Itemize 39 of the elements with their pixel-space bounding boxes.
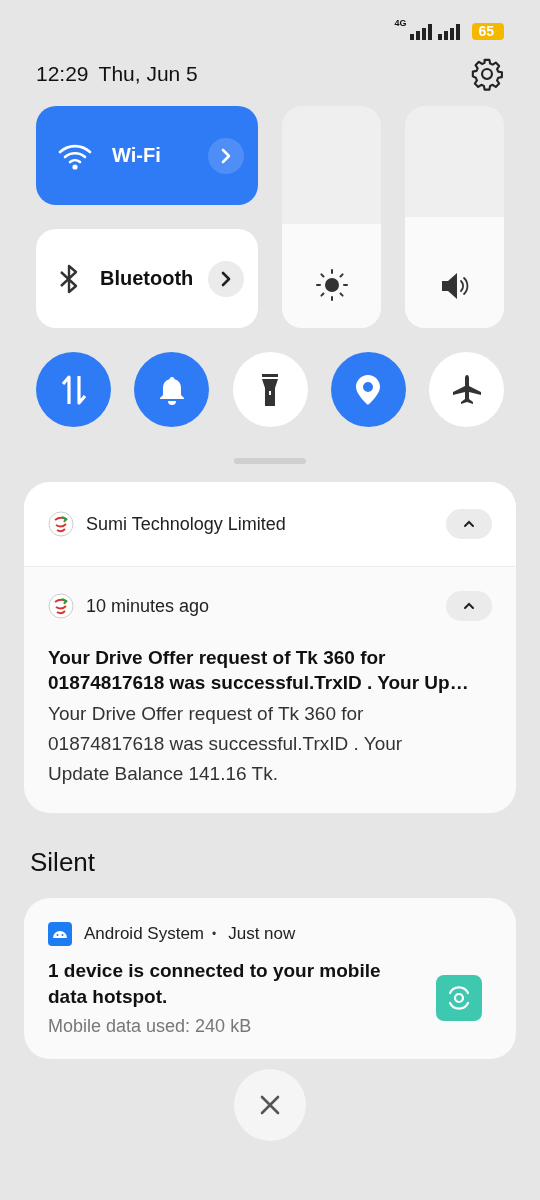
settings-icon[interactable]	[470, 57, 504, 91]
location-pin-icon	[355, 373, 382, 406]
data-arrows-icon	[59, 373, 88, 406]
collapse-chevron-icon[interactable]	[446, 509, 492, 539]
collapse-chevron-icon[interactable]	[446, 591, 492, 621]
hotspot-icon	[436, 974, 482, 1021]
network-type: 4G	[394, 18, 407, 28]
sun-icon	[314, 268, 349, 302]
app-logo-icon	[48, 593, 74, 619]
bluetooth-tile[interactable]: Bluetooth	[36, 229, 258, 328]
flashlight-icon	[261, 372, 279, 407]
bell-icon	[157, 374, 186, 405]
notification-title: Your Drive Offer request of Tk 360 for	[48, 646, 387, 670]
separator-dot: •	[212, 927, 217, 941]
app-name: Android System	[84, 924, 204, 944]
date-text: Thu, Jun 5	[98, 62, 198, 86]
notification-text: Mobile data used: 240 kB	[48, 1016, 253, 1037]
section-heading: Silent	[30, 847, 97, 878]
brightness-slider[interactable]	[282, 106, 381, 328]
notification-body: Your Drive Offer request of Tk 360 for 01874817618 was successful.TrxID . Your Update Balance 141.16 Tk.	[48, 702, 404, 786]
volume-slider[interactable]	[405, 106, 504, 328]
clock-time: 12:29	[36, 62, 89, 86]
airplane-icon	[450, 373, 483, 406]
tile-label: Bluetooth	[100, 267, 195, 290]
tile-label: Wi-Fi	[112, 144, 162, 167]
notification-time: Just now	[228, 924, 296, 944]
signal-icon	[438, 24, 463, 40]
android-icon	[48, 922, 72, 946]
chevron-right-icon[interactable]	[208, 260, 244, 297]
notification-title: 1 device is connected to your mobile data hotspot.	[48, 959, 382, 1009]
bluetooth-icon	[58, 262, 80, 295]
notification-title: 01874817618 was successful.TrxID . Your Up…	[48, 671, 470, 695]
close-icon	[260, 1095, 280, 1115]
signal-icon	[410, 24, 435, 40]
battery-level: 65	[472, 23, 504, 40]
wifi-tile[interactable]: Wi-Fi	[36, 106, 258, 205]
app-name: Sumi Technology Limited	[86, 513, 287, 535]
app-logo-icon	[48, 511, 74, 537]
notification-time: 10 minutes ago	[86, 595, 211, 617]
